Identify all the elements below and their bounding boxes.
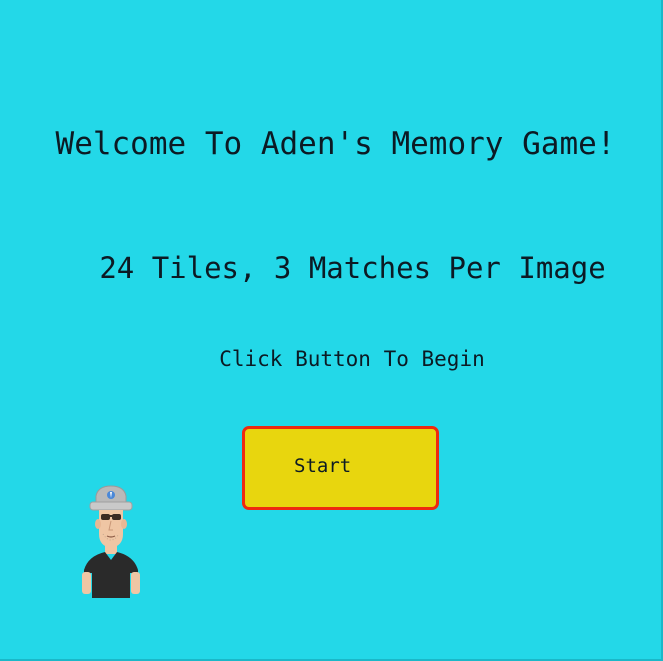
start-prompt: Click Button To Begin (219, 347, 485, 371)
character-avatar-icon (82, 485, 140, 598)
sunglasses (101, 514, 110, 520)
start-button[interactable]: Start (242, 426, 439, 510)
shirt-shape (84, 552, 138, 598)
helmet-brim (89, 501, 133, 511)
game-subtitle: 24 Tiles, 3 Matches Per Image (99, 251, 606, 285)
game-start-screen: Welcome To Aden's Memory Game! 24 Tiles,… (0, 0, 663, 661)
game-title: Welcome To Aden's Memory Game! (55, 126, 616, 162)
